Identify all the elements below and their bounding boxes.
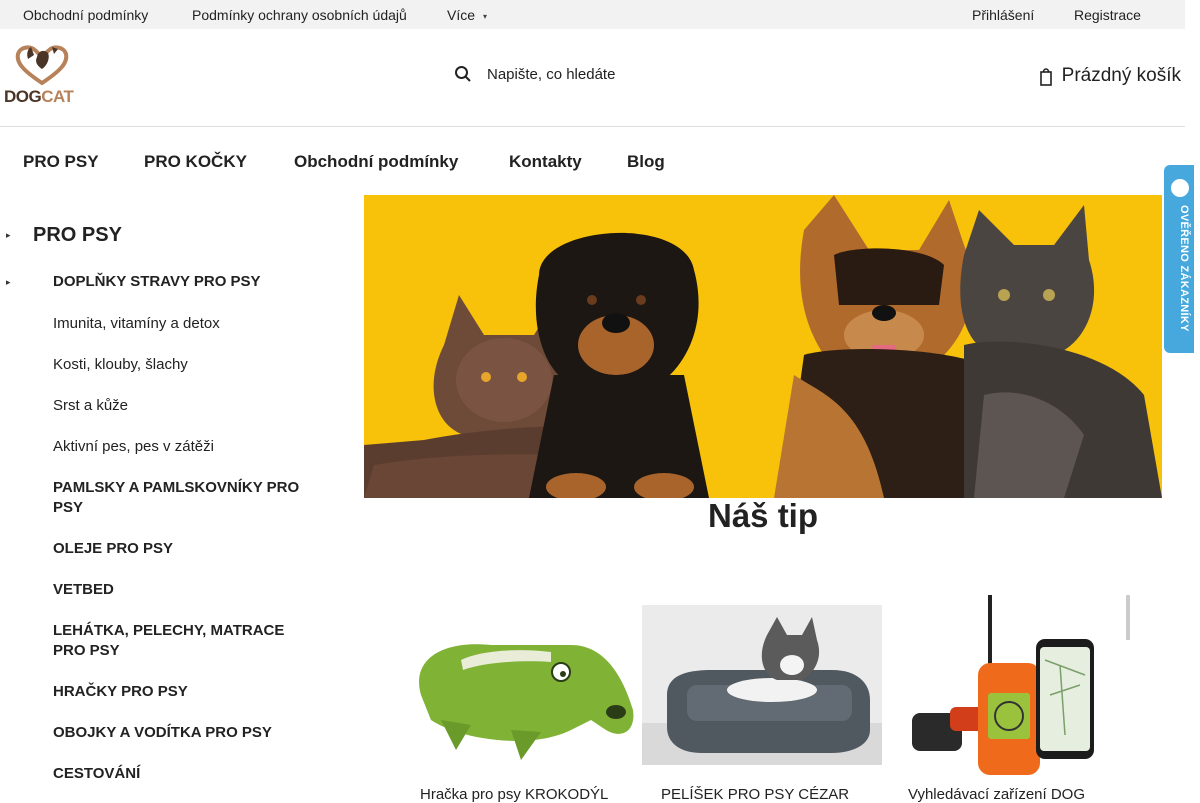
search-placeholder: Napište, co hledáte [487, 65, 616, 83]
chevron-down-icon: ▾ [483, 12, 488, 21]
crocodile-toy-image [401, 600, 641, 770]
verified-seal-icon [1169, 177, 1191, 199]
link-privacy[interactable]: Podmínky ochrany osobních údajů [192, 7, 407, 23]
dog-tracker-image [890, 595, 1130, 775]
sidebar-item-toys[interactable]: HRAČKY PRO PSY [53, 682, 188, 702]
login-link[interactable]: Přihlášení [972, 7, 1034, 23]
sidebar-item-coat[interactable]: Srst a kůže [53, 396, 128, 416]
more-label: Více [447, 7, 476, 23]
nav-item-pro-kocky[interactable]: PRO KOČKY [144, 152, 247, 172]
cart-icon [1039, 68, 1052, 86]
sidebar-item-beds[interactable]: LEHÁTKA, PELECHY, MATRACE PRO PSY [53, 621, 313, 660]
search-icon [455, 66, 471, 82]
sidebar-item-active-dog[interactable]: Aktivní pes, pes v zátěži [53, 437, 214, 457]
sidebar-item-immunity[interactable]: Imunita, vitamíny a detox [53, 314, 220, 334]
hero-banner[interactable] [364, 195, 1162, 498]
nav-item-terms[interactable]: Obchodní podmínky [294, 152, 458, 172]
product-name[interactable]: Hračka pro psy KROKODÝL [420, 786, 638, 803]
sidebar-item-pro-psy[interactable]: PRO PSY [33, 225, 122, 246]
nav-item-blog[interactable]: Blog [627, 152, 665, 172]
sidebar-item-treats[interactable]: PAMLSKY A PAMLSKOVNÍKY PRO PSY [53, 478, 303, 517]
verified-badge-text: OVĚŘENO ZÁKAZNÍKY [1178, 205, 1190, 332]
dog-bed-image [642, 605, 882, 765]
pets-banner-image [364, 195, 1162, 498]
heart-logo-icon [15, 45, 69, 86]
register-link[interactable]: Registrace [1074, 7, 1141, 23]
link-terms[interactable]: Obchodní podmínky [23, 7, 148, 23]
logo-text: DOGCAT [4, 87, 74, 106]
product-name[interactable]: PELÍŠEK PRO PSY CÉZAR [661, 786, 871, 803]
product-name[interactable]: Vyhledávací zařízení DOG [908, 786, 1118, 803]
sidebar-item-vetbed[interactable]: VETBED [53, 580, 114, 600]
sidebar-item-collars[interactable]: OBOJKY A VODÍTKA PRO PSY [53, 723, 272, 743]
product-image-bed[interactable] [642, 605, 882, 765]
expand-icon[interactable]: ▸ [6, 230, 11, 241]
top-utility-bar: Obchodní podmínky Podmínky ochrany osobn… [0, 0, 1185, 29]
sidebar-item-joints[interactable]: Kosti, klouby, šlachy [53, 355, 188, 375]
sidebar-item-supplements[interactable]: DOPLŇKY STRAVY PRO PSY [53, 272, 261, 292]
sidebar-item-travel[interactable]: CESTOVÁNÍ [53, 764, 140, 784]
expand-icon[interactable]: ▸ [6, 277, 11, 288]
sidebar-item-oils[interactable]: OLEJE PRO PSY [53, 539, 173, 559]
main-navigation: PRO PSY PRO KOČKY Obchodní podmínky Kont… [0, 127, 1185, 195]
product-image-tracker[interactable] [890, 595, 1130, 775]
cart-label: Prázdný košík [1061, 65, 1181, 86]
nav-item-contacts[interactable]: Kontakty [509, 152, 582, 172]
search-field[interactable]: Napište, co hledáte [454, 65, 615, 83]
product-image-crocodile[interactable] [401, 600, 641, 770]
verified-badge[interactable]: OVĚŘENO ZÁKAZNÍKY [1164, 165, 1194, 353]
site-header: DOGCAT Napište, co hledáte Prázdný košík [0, 29, 1185, 127]
section-title: Náš tip [707, 497, 819, 534]
cart-button[interactable]: Prázdný košík [1039, 65, 1181, 87]
more-menu[interactable]: Více ▾ [447, 7, 487, 23]
nav-item-pro-psy[interactable]: PRO PSY [23, 152, 99, 172]
logo[interactable]: DOGCAT [4, 43, 80, 106]
